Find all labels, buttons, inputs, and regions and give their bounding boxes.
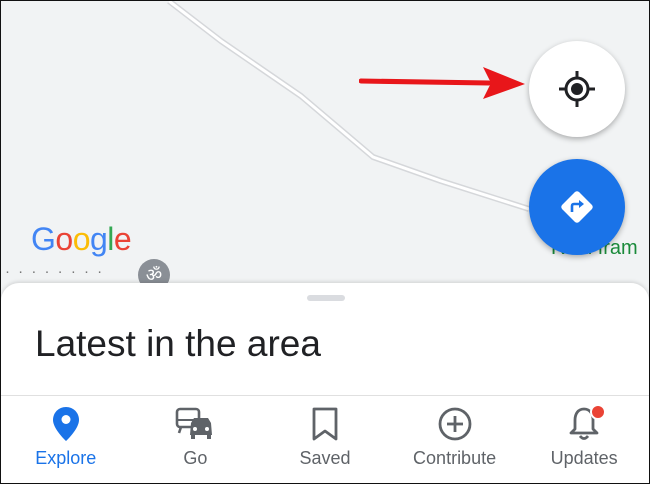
nav-label: Updates <box>550 448 618 468</box>
google-logo-letter: l <box>107 221 114 257</box>
nav-item-go[interactable]: Go <box>131 396 261 483</box>
annotation-arrow-icon <box>359 67 525 99</box>
nav-item-updates[interactable]: Updates <box>519 396 649 483</box>
google-logo-letter: e <box>113 221 132 257</box>
bookmark-icon <box>312 407 338 441</box>
nav-label: Contribute <box>413 448 497 468</box>
nav-label: Go <box>183 448 208 468</box>
google-logo-letter: G <box>31 221 56 257</box>
my-location-button[interactable] <box>529 41 625 137</box>
directions-icon <box>561 191 593 223</box>
google-logo-letter: o <box>55 221 73 257</box>
nav-item-saved[interactable]: Saved <box>260 396 390 483</box>
bottom-navigation: Explore Go Saved Contribute Updates <box>1 395 649 483</box>
directions-button[interactable] <box>529 159 625 255</box>
location-pin-icon <box>52 407 79 441</box>
google-logo-letter: g <box>89 221 108 257</box>
nav-label: Explore <box>35 448 97 468</box>
commute-icon <box>176 407 213 439</box>
google-logo-letter: o <box>72 221 91 257</box>
nav-item-explore[interactable]: Explore <box>1 396 131 483</box>
sheet-drag-handle[interactable] <box>307 295 345 301</box>
sheet-title: Latest in the area <box>35 323 321 364</box>
map-view[interactable]: Google · · · · · · · · ॐ Real fram <box>1 1 649 301</box>
my-location-icon <box>559 71 595 107</box>
bottom-sheet[interactable]: Latest in the area <box>1 283 649 403</box>
add-circle-icon <box>438 407 471 441</box>
google-logo: Google <box>31 221 132 258</box>
nav-item-contribute[interactable]: Contribute <box>390 396 520 483</box>
nav-label: Saved <box>299 448 351 468</box>
notification-badge <box>590 404 607 420</box>
poi-label: · · · · · · · · <box>5 263 105 280</box>
app-frame: Google · · · · · · · · ॐ Real fram <box>0 0 650 484</box>
